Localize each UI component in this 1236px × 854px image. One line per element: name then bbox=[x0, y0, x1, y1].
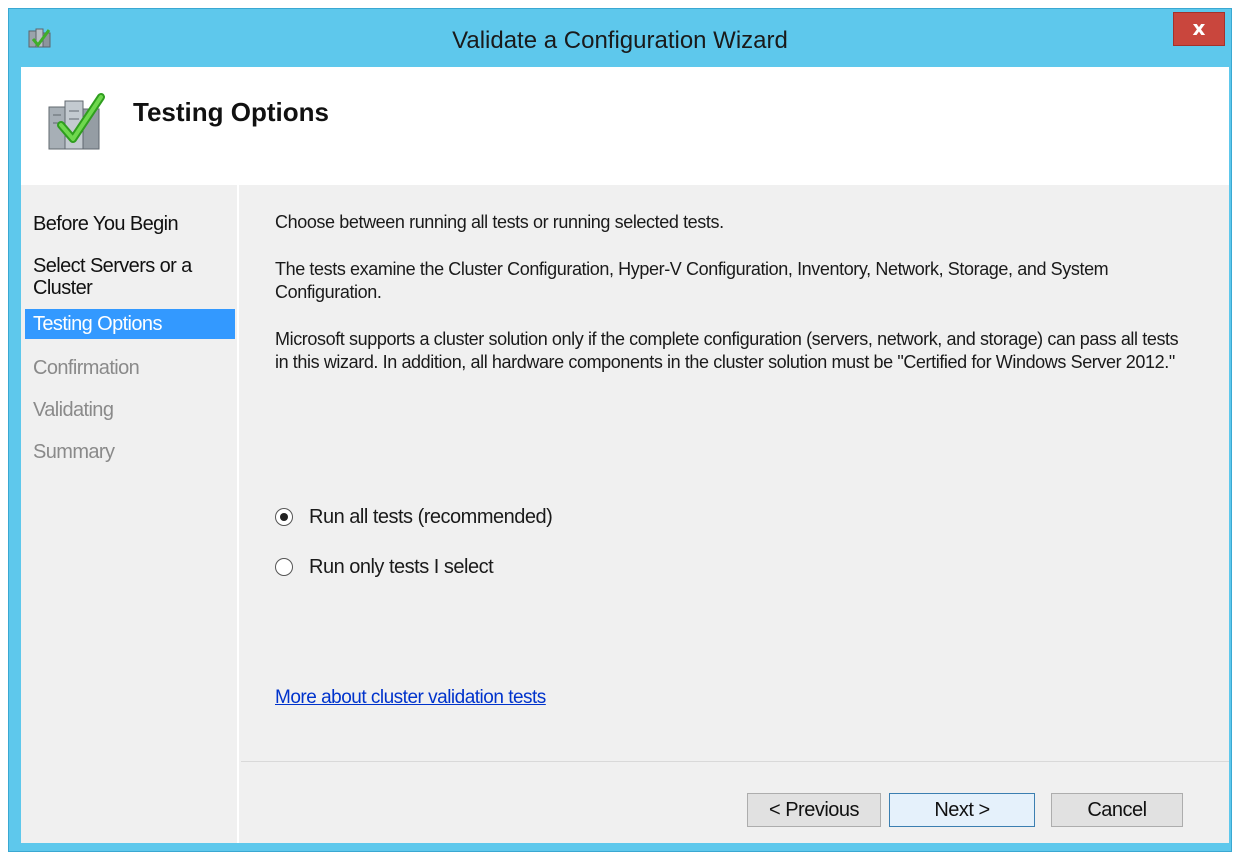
close-button[interactable]: x bbox=[1173, 12, 1225, 46]
step-testing-options[interactable]: Testing Options bbox=[25, 309, 235, 339]
more-about-validation-link[interactable]: More about cluster validation tests bbox=[275, 687, 546, 709]
run-selected-tests-label[interactable]: Run only tests I select bbox=[309, 556, 494, 579]
run-all-tests-label[interactable]: Run all tests (recommended) bbox=[309, 506, 553, 529]
step-before-you-begin[interactable]: Before You Begin bbox=[25, 211, 235, 237]
radio-button[interactable] bbox=[275, 558, 293, 576]
step-confirmation: Confirmation bbox=[33, 357, 140, 379]
wizard-content: Choose between running all tests or runn… bbox=[241, 185, 1229, 843]
tests-description: The tests examine the Cluster Configurat… bbox=[275, 259, 1109, 302]
radio-button-selected[interactable] bbox=[275, 508, 293, 526]
previous-button[interactable]: < Previous bbox=[747, 793, 881, 827]
cancel-button[interactable]: Cancel bbox=[1051, 793, 1183, 827]
window-title: Validate a Configuration Wizard bbox=[452, 27, 788, 54]
run-selected-tests-option[interactable]: Run only tests I select bbox=[275, 553, 494, 581]
step-summary: Summary bbox=[33, 441, 115, 463]
step-select-servers[interactable]: Select Servers or a Cluster bbox=[25, 253, 235, 301]
page-title: Testing Options bbox=[133, 97, 329, 127]
step-validating: Validating bbox=[33, 399, 114, 421]
footer-divider bbox=[241, 761, 1229, 762]
intro-text: Choose between running all tests or runn… bbox=[275, 212, 724, 232]
wizard-client-area: Testing Options Before You Begin Select … bbox=[21, 67, 1229, 843]
wizard-steps-sidebar: Before You Begin Select Servers or a Clu… bbox=[21, 185, 239, 843]
next-button[interactable]: Next > bbox=[889, 793, 1035, 827]
title-bar[interactable]: Validate a Configuration Wizard x bbox=[9, 9, 1231, 69]
validate-checkmark-icon bbox=[48, 93, 105, 150]
run-all-tests-option[interactable]: Run all tests (recommended) bbox=[275, 503, 553, 531]
wizard-window: Validate a Configuration Wizard x Testin… bbox=[8, 8, 1232, 852]
wizard-header: Testing Options bbox=[21, 67, 1229, 185]
support-note: Microsoft supports a cluster solution on… bbox=[275, 329, 1179, 372]
